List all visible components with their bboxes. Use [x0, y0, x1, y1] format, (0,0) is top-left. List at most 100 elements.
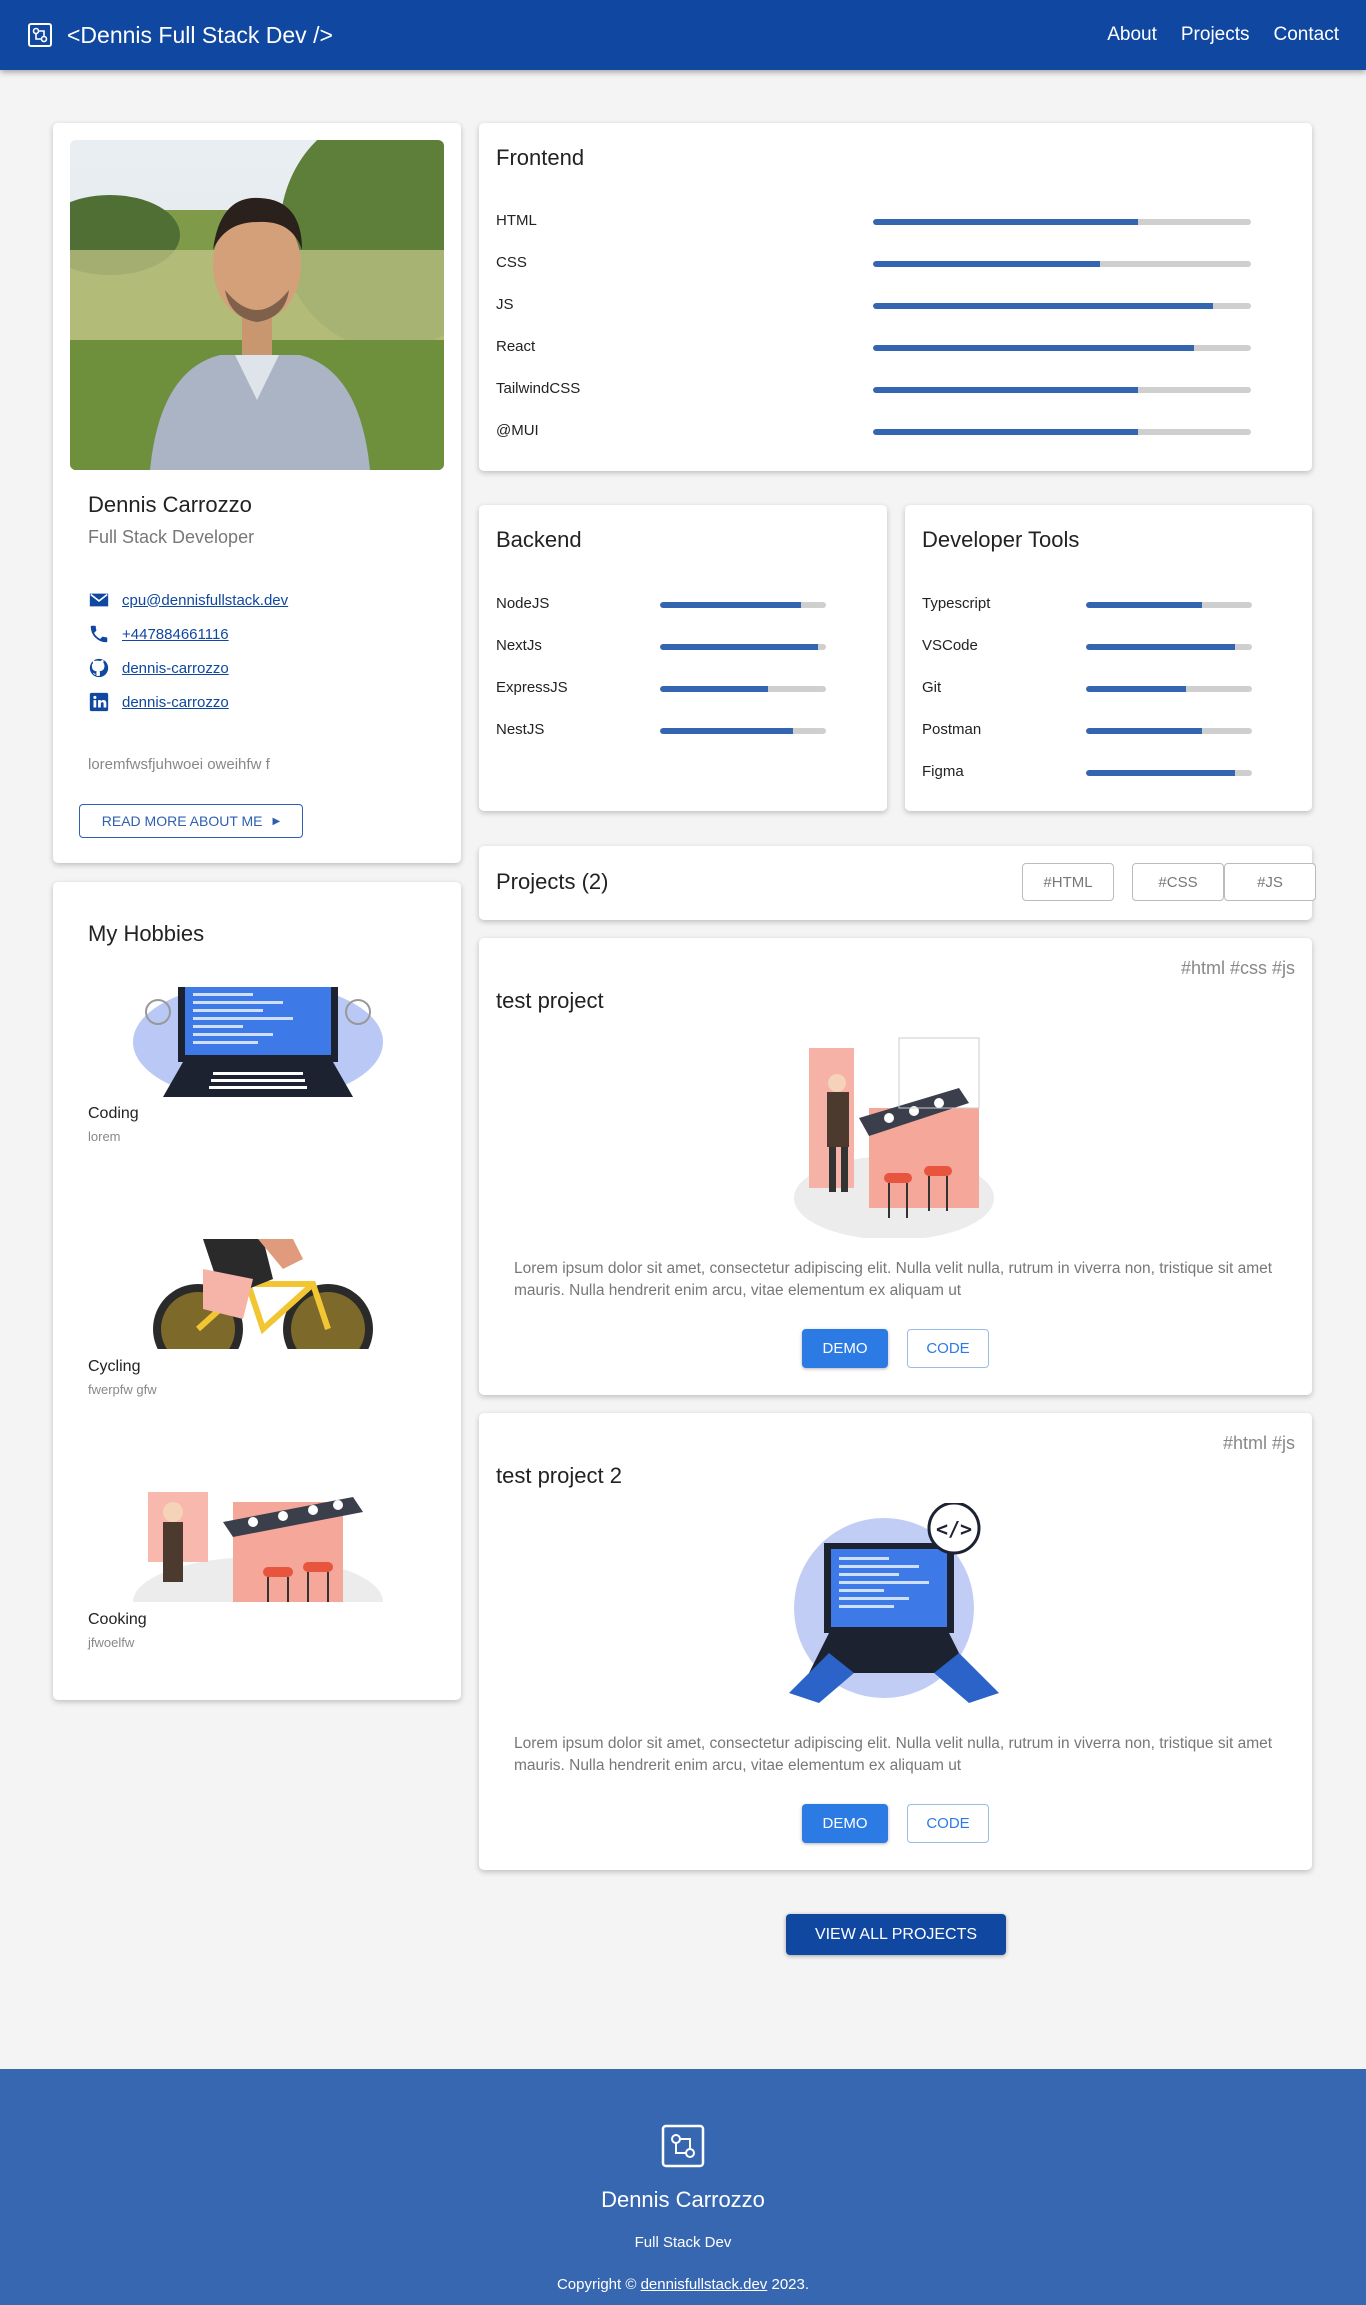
skill-progress-fill: [1086, 644, 1236, 650]
hobby-name-cooking: Cooking: [88, 1611, 147, 1628]
hobbies-title: My Hobbies: [88, 921, 205, 946]
hobby-desc-cycling: fwerpfw gfw: [88, 1382, 157, 1397]
linkedin-link[interactable]: dennis-carrozzo: [122, 694, 229, 711]
skill-progress-bar: [1086, 602, 1252, 608]
skill-progress-bar: [873, 219, 1251, 225]
project-title: test project 2: [496, 1463, 622, 1488]
skill-label: CSS: [496, 254, 527, 271]
project-tags: #html #css #js: [1180, 958, 1295, 978]
profile-photo: [70, 140, 444, 470]
skill-progress-fill: [873, 387, 1138, 393]
contact-github-row: dennis-carrozzo: [88, 657, 229, 679]
skill-progress-bar: [873, 387, 1251, 393]
projects-title: Projects (2): [496, 869, 609, 894]
skill-label: @MUI: [496, 422, 539, 439]
brand[interactable]: <Dennis Full Stack Dev />: [27, 22, 333, 49]
email-icon: [89, 593, 109, 607]
nav-link-contact[interactable]: Contact: [1274, 24, 1339, 46]
coding-illustration: [133, 987, 383, 1097]
footer-copyright: Copyright © dennisfullstack.dev 2023.: [0, 2276, 1366, 2293]
project-tags: #html #js: [1222, 1433, 1295, 1453]
skill-progress-fill: [660, 602, 802, 608]
filter-js-button[interactable]: #JS: [1224, 863, 1316, 901]
hobby-name-coding: Coding: [88, 1105, 139, 1122]
hobbies-card: My Hobbies Coding lorem Cycling fwerpfw …: [53, 882, 461, 1700]
skill-progress-bar: [873, 345, 1251, 351]
nav-link-about[interactable]: About: [1107, 24, 1157, 46]
email-link[interactable]: cpu@dennisfullstack.dev: [122, 592, 288, 609]
skill-progress-bar: [660, 644, 826, 650]
top-navbar: <Dennis Full Stack Dev /> About Projects…: [0, 0, 1366, 70]
contact-email-row: cpu@dennisfullstack.dev: [88, 589, 288, 611]
skill-progress-bar: [873, 261, 1251, 267]
footer-site-link[interactable]: dennisfullstack.dev: [641, 2276, 768, 2293]
skill-progress-fill: [1086, 728, 1203, 734]
skill-progress-bar: [1086, 644, 1252, 650]
skill-progress-fill: [873, 261, 1100, 267]
view-all-projects-button[interactable]: VIEW ALL PROJECTS: [786, 1914, 1006, 1955]
circuit-logo-icon: [661, 2124, 705, 2168]
skill-label: NodeJS: [496, 595, 550, 612]
profile-role: Full Stack Developer: [88, 527, 255, 547]
project-card: #html #css #js test project Lorem ipsum …: [479, 938, 1312, 1395]
skill-label: Postman: [922, 721, 982, 738]
skill-progress-fill: [660, 644, 818, 650]
caret-right-icon: ▶: [272, 815, 281, 827]
read-more-button[interactable]: READ MORE ABOUT ME ▶: [79, 804, 303, 838]
read-more-label: READ MORE ABOUT ME: [101, 813, 263, 829]
demo-button[interactable]: DEMO: [802, 1329, 888, 1368]
svg-text:</>: </>: [936, 1517, 972, 1541]
footer-role: Full Stack Dev: [634, 2234, 732, 2251]
skill-progress-bar: [1086, 770, 1252, 776]
skill-progress-bar: [1086, 686, 1252, 692]
laptop-code-illustration: </>: [789, 1501, 999, 1713]
profile-name: Dennis Carrozzo: [88, 492, 252, 517]
project-description: Lorem ipsum dolor sit amet, consectetur …: [514, 1735, 1273, 1774]
skill-progress-bar: [873, 303, 1251, 309]
footer-name: Dennis Carrozzo: [601, 2187, 765, 2212]
projects-header-card: Projects (2) #HTML #CSS #JS: [479, 846, 1316, 920]
cycling-illustration: [133, 1239, 383, 1349]
profile-bio: loremfwsfjuhwoei oweihfw f: [88, 756, 270, 773]
chef-kitchen-illustration: [789, 1028, 999, 1240]
phone-link[interactable]: +447884661116: [122, 626, 229, 643]
skill-progress-bar: [660, 728, 826, 734]
skill-progress-fill: [1086, 770, 1236, 776]
frontend-skills-card: Frontend HTML CSS JS React TailwindCSS @MUI: [479, 123, 1312, 471]
demo-button[interactable]: DEMO: [802, 1804, 888, 1843]
code-button[interactable]: CODE: [907, 1329, 989, 1368]
skill-progress-bar: [660, 602, 826, 608]
skill-label: React: [496, 338, 536, 355]
code-button[interactable]: CODE: [907, 1804, 989, 1843]
skill-progress-fill: [873, 303, 1214, 309]
project-description: Lorem ipsum dolor sit amet, consectetur …: [514, 1260, 1273, 1299]
backend-title: Backend: [496, 527, 582, 552]
copyright-suffix: 2023.: [767, 2276, 810, 2293]
skill-progress-fill: [1086, 602, 1203, 608]
skill-label: Typescript: [922, 595, 991, 612]
profile-card: Dennis Carrozzo Full Stack Developer cpu…: [53, 123, 461, 863]
phone-icon: [90, 625, 108, 643]
circuit-logo-icon: [28, 23, 52, 47]
filter-html-button[interactable]: #HTML: [1022, 863, 1114, 901]
brand-title: <Dennis Full Stack Dev />: [67, 21, 333, 48]
github-icon: [89, 658, 109, 678]
skill-label: Figma: [922, 763, 964, 780]
cooking-illustration: [133, 1492, 383, 1602]
linkedin-icon: [89, 692, 109, 712]
skill-progress-bar: [1086, 728, 1252, 734]
filter-css-button[interactable]: #CSS: [1132, 863, 1224, 901]
skill-label: JS: [496, 296, 514, 313]
github-link[interactable]: dennis-carrozzo: [122, 660, 229, 677]
skill-progress-fill: [660, 686, 768, 692]
contact-linkedin-row: dennis-carrozzo: [88, 691, 229, 713]
nav-link-projects[interactable]: Projects: [1181, 24, 1250, 46]
skill-label: NestJS: [496, 721, 545, 738]
project-card: #html #js test project 2 </> Lorem ipsum…: [479, 1413, 1312, 1870]
skill-label: NextJs: [496, 637, 542, 654]
skill-label: HTML: [496, 212, 537, 229]
tools-title: Developer Tools: [922, 527, 1080, 552]
hobby-name-cycling: Cycling: [88, 1358, 141, 1375]
skill-progress-fill: [873, 219, 1138, 225]
frontend-title: Frontend: [496, 145, 585, 170]
